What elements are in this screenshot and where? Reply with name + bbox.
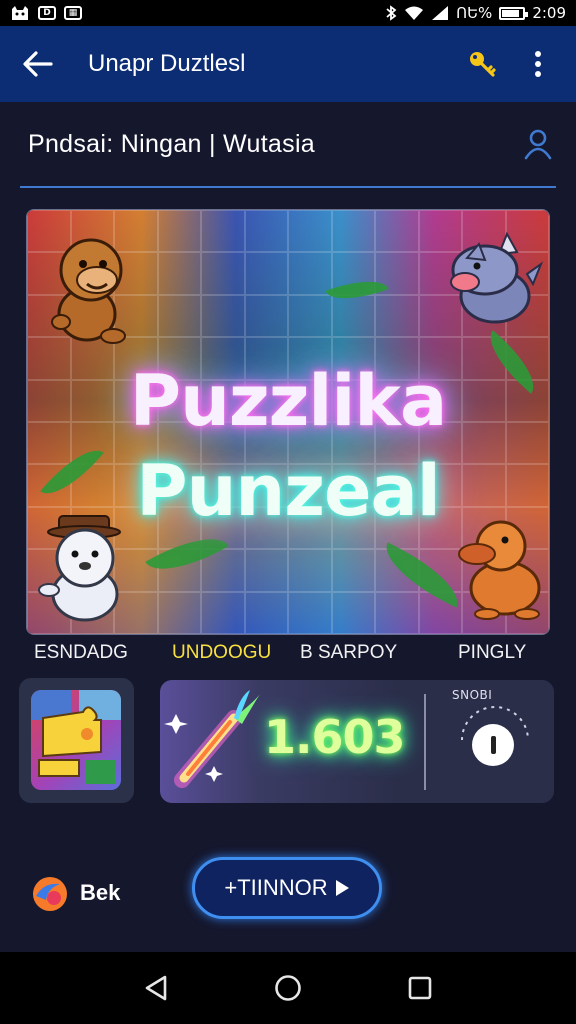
puzzle-tile (244, 210, 288, 253)
key-button[interactable] (462, 44, 502, 84)
category-tabs: ESNDADG UNDOOGU B SARPOY PINGLY (0, 638, 576, 670)
nav-home-button[interactable] (266, 966, 310, 1010)
game-banner[interactable]: Puzzlika Punzeal (26, 209, 550, 635)
arrow-left-icon (23, 51, 53, 77)
puzzle-piece-icon (31, 690, 121, 784)
puzzle-tile (288, 549, 332, 592)
triangle-back-icon (145, 975, 167, 1001)
puzzle-tile (375, 591, 419, 634)
signal-icon (432, 6, 449, 20)
main-content: Pndsai: Ningan | Wutasia Puzzlika Punzea… (0, 102, 576, 952)
puzzle-tile (331, 294, 375, 338)
square-recents-icon (408, 976, 432, 1000)
puzzle-tile (288, 210, 332, 253)
profile-button[interactable] (520, 126, 556, 162)
puzzle-tile (157, 252, 201, 295)
timer-hand-icon (490, 736, 496, 754)
puzzle-tile (201, 591, 245, 634)
bluetooth-icon (386, 5, 397, 21)
image-notification-icon: ▦ (64, 6, 82, 20)
person-icon (524, 129, 552, 160)
primary-action-label: +TIINNOR (224, 875, 328, 900)
puzzle-tile (331, 549, 375, 592)
battery-fill (502, 9, 520, 17)
puzzle-tile (201, 252, 245, 295)
rhino-mascot (450, 231, 544, 324)
app-title: Unapr Duztlesl (88, 50, 246, 77)
primary-action-button[interactable]: +TIINNOR (192, 857, 382, 919)
puzzle-tile (201, 294, 245, 338)
tab-pingly[interactable]: PINGLY (458, 642, 526, 664)
timer-label: SNOBI (452, 688, 493, 702)
game-thumbnail (31, 690, 121, 790)
puzzle-tile (331, 591, 375, 634)
puzzle-tile (244, 549, 288, 592)
timer-button[interactable] (472, 724, 514, 766)
beta-logo-icon (33, 877, 67, 911)
puzzle-tile (288, 252, 332, 295)
puzzle-tile (157, 591, 201, 634)
status-bar: D ▦ ՈԵ% 2:09 (0, 0, 576, 26)
puzzle-tile (288, 294, 332, 338)
puzzle-tile (244, 591, 288, 634)
banner-title-line1: Puzzlika (129, 360, 447, 442)
monkey-mascot (51, 238, 126, 344)
app-bar: Unapr Duztlesl (0, 26, 576, 102)
puzzle-tile (157, 210, 201, 253)
nav-recents-button[interactable] (398, 966, 442, 1010)
notification-icons: D ▦ (10, 5, 82, 21)
more-options-button[interactable] (518, 44, 558, 84)
divider (424, 694, 426, 790)
tab-sarpoy[interactable]: B SARPOY (300, 642, 397, 664)
cat-notification-icon (12, 6, 28, 20)
puzzle-tile (244, 294, 288, 338)
nav-back-button[interactable] (134, 966, 178, 1010)
puzzle-tile (201, 210, 245, 253)
circle-home-icon (275, 975, 301, 1001)
system-icons: ՈԵ% 2:09 (385, 4, 566, 22)
puzzle-tile (244, 252, 288, 295)
banner-title-line2: Punzeal (136, 450, 440, 532)
key-icon (470, 52, 496, 77)
puzzle-tile (375, 294, 419, 338)
navigation-bar (0, 952, 576, 1024)
game-thumbnail-button[interactable] (19, 678, 134, 803)
clock: 2:09 (532, 4, 566, 22)
wifi-icon (405, 6, 424, 20)
puzzle-tile (157, 294, 201, 338)
score-value: 1.603 (264, 710, 406, 764)
score-card: 1.603 SNOBI (160, 680, 554, 803)
puzzle-tile (331, 210, 375, 253)
section-title: Pndsai: Ningan | Wutasia (28, 130, 315, 158)
notification-icon: D (38, 6, 56, 20)
battery-percent: ՈԵ% (456, 4, 493, 22)
puzzle-tile (375, 210, 419, 253)
more-vert-icon (535, 51, 541, 77)
battery-icon (499, 6, 529, 20)
tab-undoogu[interactable]: UNDOOGU (172, 642, 271, 664)
tab-esndadg[interactable]: ESNDADG (34, 642, 128, 664)
back-button[interactable] (18, 44, 58, 84)
rocket-icon (164, 690, 260, 788)
section-header: Pndsai: Ningan | Wutasia (20, 129, 556, 188)
play-arrow-icon (335, 880, 349, 896)
puzzle-tile (288, 591, 332, 634)
beta-label[interactable]: Bek (80, 880, 120, 906)
